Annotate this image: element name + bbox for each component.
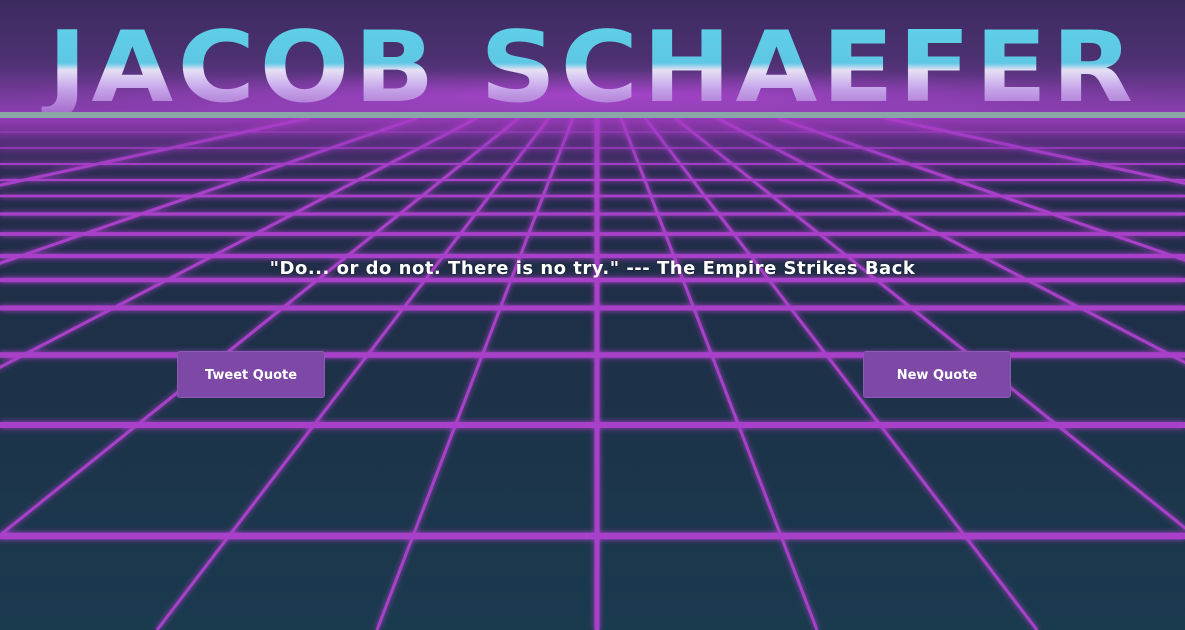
- header-banner: JACOB SCHAEFER: [0, 0, 1185, 112]
- tweet-quote-button[interactable]: Tweet Quote: [177, 351, 325, 398]
- new-quote-button[interactable]: New Quote: [863, 351, 1011, 398]
- site-title: JACOB SCHAEFER: [0, 18, 1185, 112]
- quote-text: "Do... or do not. There is no try." --- …: [269, 258, 916, 279]
- page: JACOB SCHAEFER "Do... or do not. There i…: [0, 0, 1185, 630]
